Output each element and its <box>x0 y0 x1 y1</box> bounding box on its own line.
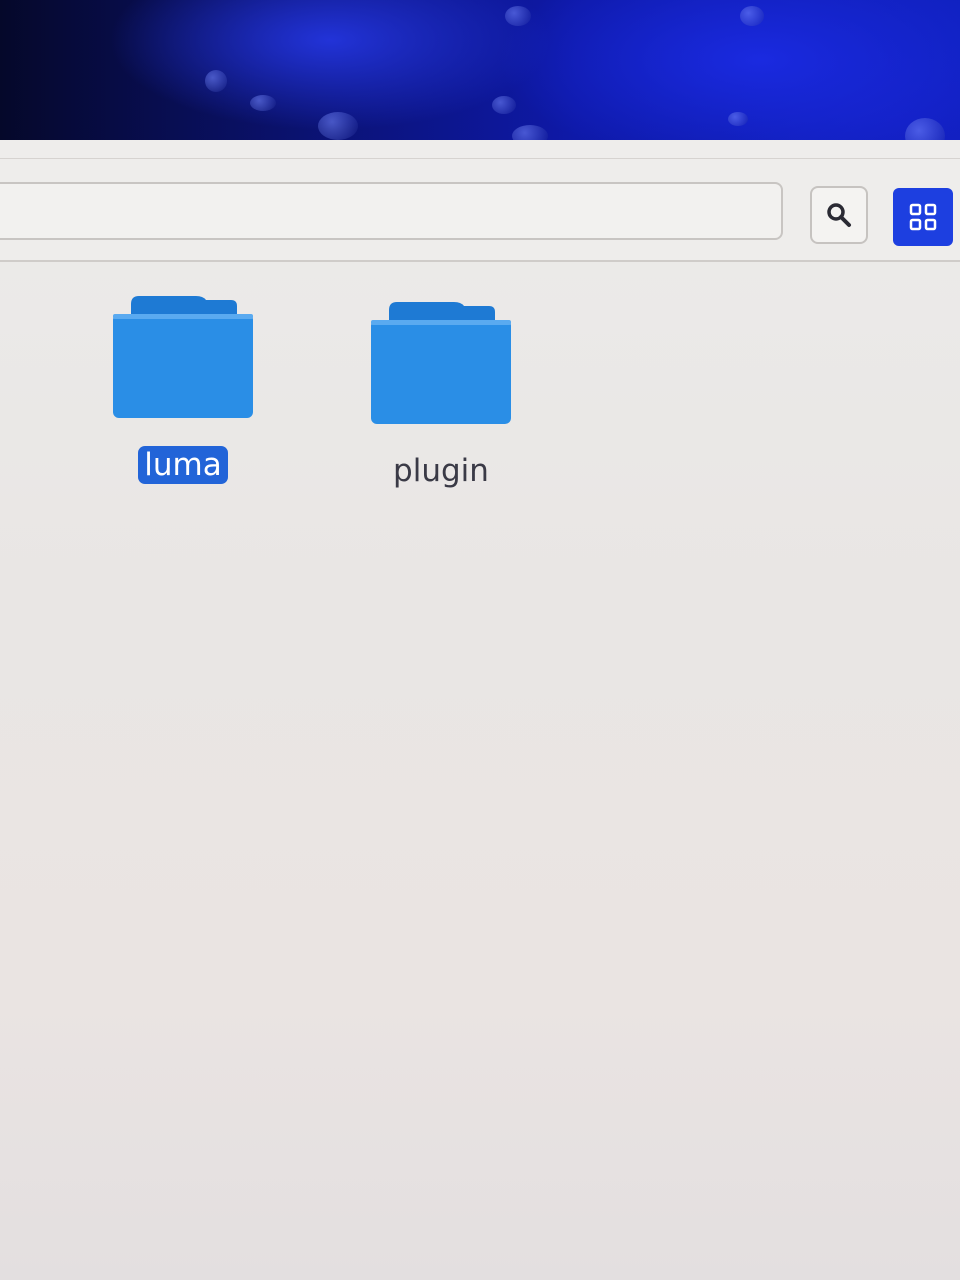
water-drop <box>728 112 748 126</box>
folder-label: luma <box>138 446 228 484</box>
water-drop <box>318 112 358 140</box>
desktop-wallpaper <box>0 0 960 160</box>
folder-item-luma[interactable]: luma <box>73 292 293 484</box>
water-drop <box>505 6 531 26</box>
header-bar <box>0 140 960 262</box>
water-drop <box>205 70 227 92</box>
folder-icon <box>112 296 253 418</box>
header-divider <box>0 158 960 159</box>
water-drop <box>492 96 516 114</box>
water-drop <box>740 6 764 26</box>
folder-item-plugin[interactable]: plugin <box>331 298 551 490</box>
folder-label: plugin <box>393 453 489 489</box>
grid-view-button[interactable] <box>893 188 953 246</box>
folder-icon <box>370 302 511 424</box>
search-icon <box>827 203 851 227</box>
location-bar[interactable] <box>0 182 783 240</box>
file-view[interactable]: luma plugin <box>0 262 960 1280</box>
file-manager-window: luma plugin <box>0 140 960 1280</box>
water-drop <box>250 95 276 111</box>
grid-view-icon <box>909 203 937 231</box>
search-button[interactable] <box>810 186 868 244</box>
